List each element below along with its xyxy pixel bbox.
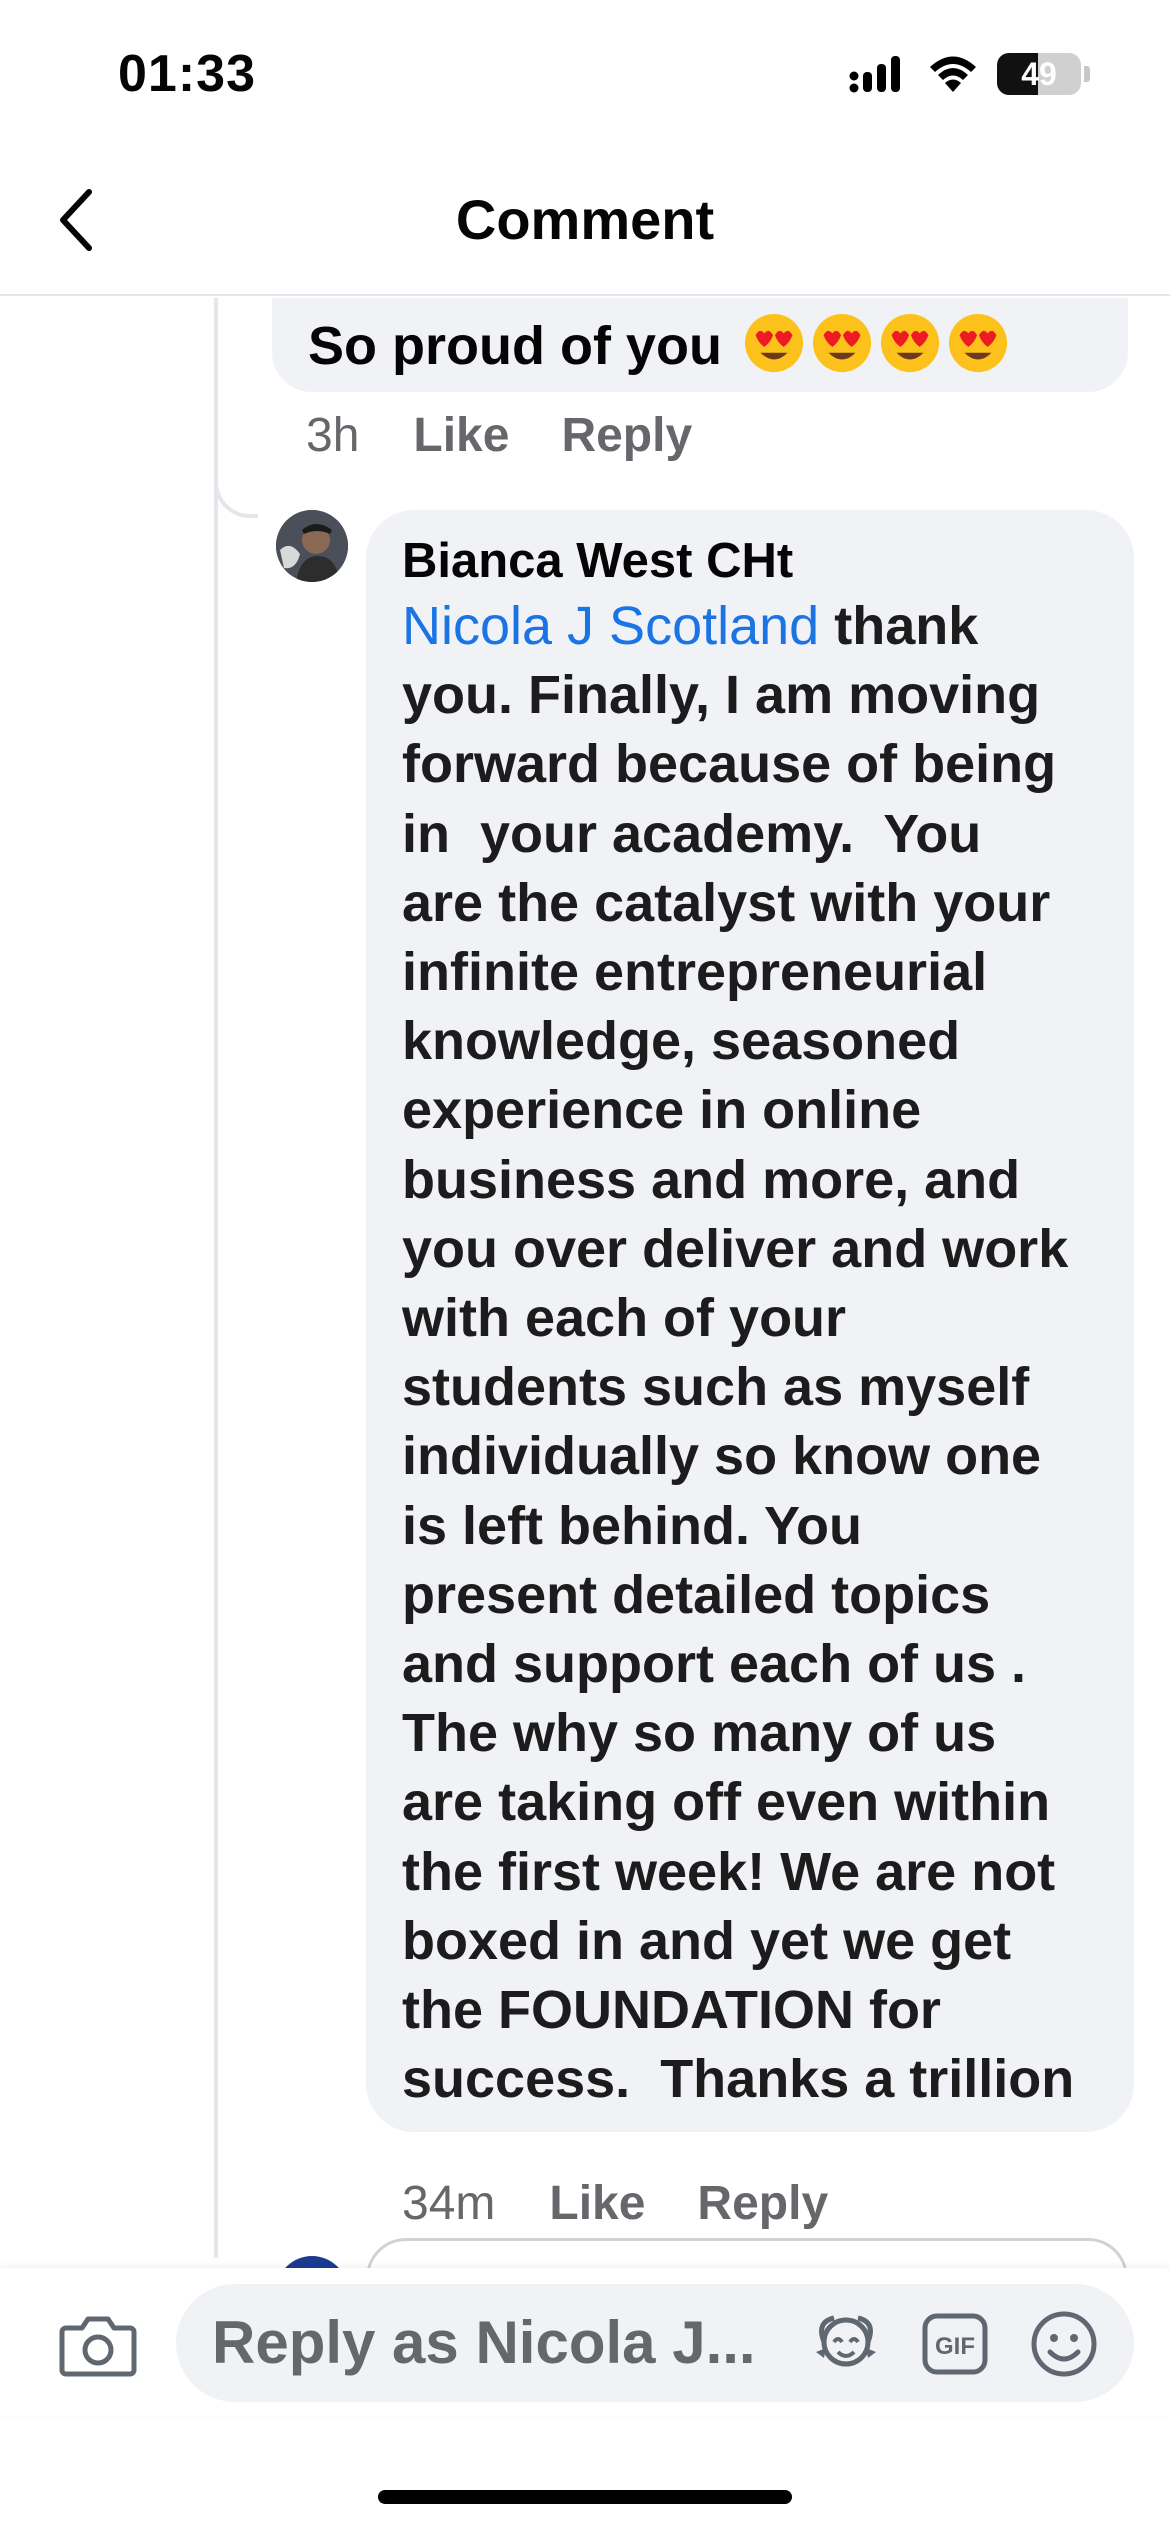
like-button[interactable]: Like (549, 2176, 645, 2231)
comment-screen: 01:33 49 Comment So proud of you 3h Like… (0, 0, 1170, 2532)
gif-icon: GIF (922, 2313, 988, 2375)
comment-timestamp: 3h (306, 409, 360, 462)
reply-composer: Reply as Nicola J... GIF (0, 2268, 1170, 2416)
mention-link[interactable]: Nicola J Scotland (402, 596, 819, 656)
gif-label: GIF (935, 2333, 975, 2360)
battery-cap (1084, 66, 1090, 82)
gif-button[interactable]: GIF (921, 2312, 989, 2376)
camera-button[interactable] (58, 2312, 138, 2378)
heart-eyes-emoji-icon (948, 313, 1008, 373)
previous-comment-text: So proud of you (308, 316, 722, 376)
reply-button[interactable]: Reply (697, 2176, 828, 2231)
reply-comment-actions: 34m Like Reply (402, 2176, 880, 2231)
emoji-icon (1031, 2311, 1097, 2377)
heart-eyes-emoji-icon (880, 313, 940, 373)
reply-button[interactable]: Reply (561, 408, 692, 463)
emoji-button[interactable] (1030, 2310, 1098, 2378)
reply-input-placeholder: Reply as Nicola J... (212, 2309, 756, 2376)
avatar-sticker-button[interactable] (812, 2312, 880, 2376)
avatar-frame-icon (816, 2315, 876, 2367)
next-comment-avatar[interactable] (276, 2256, 348, 2268)
reply-input[interactable]: Reply as Nicola J... GIF (176, 2284, 1134, 2402)
comment-thread[interactable]: So proud of you 3h Like Reply Bianca Wes… (0, 298, 1170, 2268)
page-title: Comment (455, 188, 715, 251)
status-bar: 01:33 49 (0, 0, 1170, 150)
profile-photo-icon (276, 510, 348, 582)
previous-comment-bubble[interactable]: So proud of you (272, 298, 1128, 392)
reply-comment-bubble[interactable]: Bianca West CHt Nicola J Scotland thank … (366, 510, 1134, 2132)
header: Comment (0, 150, 1170, 296)
wifi-icon (930, 56, 976, 92)
battery-level: 49 (1021, 55, 1057, 92)
battery-icon: 49 (997, 53, 1090, 95)
camera-icon (59, 2316, 137, 2377)
next-comment-bubble[interactable] (366, 2238, 1128, 2268)
battery-body: 49 (997, 53, 1081, 95)
thread-line (214, 298, 218, 2258)
comment-timestamp: 34m (402, 2177, 496, 2230)
status-icons: 49 (849, 52, 1090, 96)
avatar[interactable] (276, 510, 348, 582)
heart-eyes-emoji-icon (744, 313, 804, 373)
comment-text: thank you. Finally, I am moving forward … (402, 596, 1075, 2110)
signal-icon (849, 56, 900, 93)
previous-comment-text-row: So proud of you (308, 312, 1128, 376)
comment-author[interactable]: Bianca West CHt (402, 530, 1114, 592)
previous-comment-actions: 3h Like Reply (306, 408, 744, 463)
like-button[interactable]: Like (413, 408, 509, 463)
reply-connector (214, 478, 258, 518)
comment-body: Nicola J Scotland thank you. Finally, I … (402, 592, 1114, 2114)
home-indicator[interactable] (378, 2490, 792, 2504)
heart-eyes-emoji-icon (812, 313, 872, 373)
status-time: 01:33 (118, 45, 256, 103)
